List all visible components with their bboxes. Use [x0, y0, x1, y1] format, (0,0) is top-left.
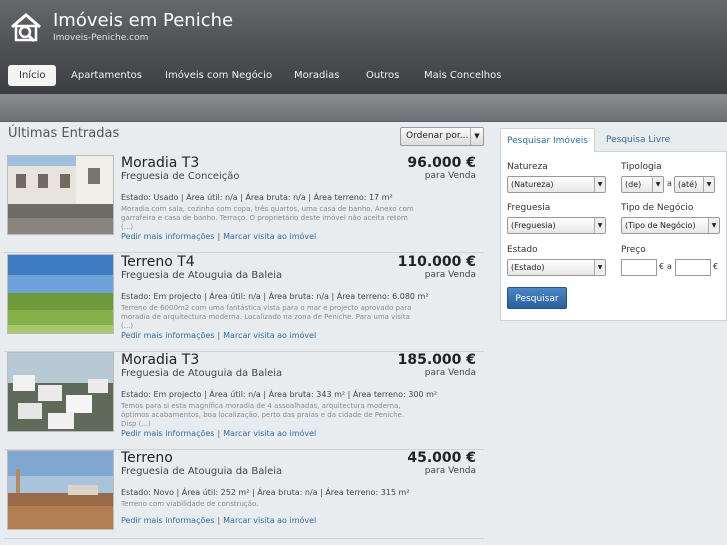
listing-photo[interactable] [7, 352, 114, 432]
house-magnifier-icon[interactable] [8, 10, 44, 46]
estado-label: Estado [507, 245, 538, 255]
schedule-visit-link[interactable]: Marcar visita ao imóvel [223, 232, 316, 241]
listing-type[interactable]: Moradia T3 [121, 155, 199, 171]
search-button[interactable]: Pesquisar [507, 287, 567, 309]
request-info-link[interactable]: Pedir mais informações [121, 232, 214, 241]
listing-type[interactable]: Terreno T4 [121, 254, 195, 270]
preco-max-input[interactable] [675, 259, 711, 276]
schedule-visit-link[interactable]: Marcar visita ao imóvel [223, 331, 316, 340]
listing-deal: para Venda [424, 368, 476, 378]
schedule-visit-link[interactable]: Marcar visita ao imóvel [223, 429, 316, 438]
listing-description: Moradia com sala, cozinha com copa, três… [121, 205, 414, 231]
request-info-link[interactable]: Pedir mais informações [121, 331, 214, 340]
chevron-down-icon: ▼ [708, 218, 719, 233]
natureza-label: Natureza [507, 162, 548, 172]
listing-type[interactable]: Moradia T3 [121, 352, 199, 368]
search-form: Natureza (Natureza) ▼ Tipologia (de) ▼ a (… [500, 151, 727, 321]
request-info-link[interactable]: Pedir mais informações [121, 429, 214, 438]
tipologia-from-select[interactable]: (de) ▼ [621, 176, 664, 193]
listing-parish: Freguesia de Atouguia da Baleia [121, 270, 283, 281]
listing-parish: Freguesia de Atouguia da Baleia [121, 466, 283, 477]
tab-pesquisar-imoveis[interactable]: Pesquisar Imóveis [500, 128, 595, 152]
listing-links: Pedir mais informações | Marcar visita ao … [121, 516, 317, 525]
tipo-negocio-value: (Tipo de Negócio) [625, 221, 696, 230]
listing-links: Pedir mais informações | Marcar visita ao … [121, 429, 317, 438]
listing-deal: para Venda [424, 466, 476, 476]
schedule-visit-link[interactable]: Marcar visita ao imóvel [223, 516, 316, 525]
listing-parish: Freguesia de Conceição [121, 171, 240, 182]
site-title[interactable]: Imóveis em Peniche [53, 10, 233, 31]
listing-description: Temos para si esta magnífica moradia de … [121, 402, 405, 428]
tipologia-label: Tipologia [621, 162, 662, 172]
tipologia-from-value: (de) [625, 180, 642, 189]
listing-specs: Estado: Usado | Área útil: n/a | Área br… [121, 193, 393, 202]
nav-item-apartamentos[interactable]: Apartamentos [71, 65, 142, 86]
freguesia-value: (Freguesia) [511, 221, 556, 230]
preco-min-input[interactable] [621, 259, 657, 276]
listing-photo[interactable] [7, 450, 114, 530]
listing-price: 185.000 € [397, 352, 476, 368]
estado-value: (Estado) [511, 263, 545, 272]
natureza-value: (Natureza) [511, 180, 554, 189]
chevron-down-icon: ▼ [594, 260, 605, 275]
main-nav: Início Apartamentos Imóveis com Negócio … [0, 56, 727, 94]
chevron-down-icon: ▼ [470, 128, 483, 145]
chevron-down-icon: ▼ [703, 177, 714, 192]
listing-deal: para Venda [424, 270, 476, 280]
listing-deal: para Venda [424, 171, 476, 181]
section-title: Últimas Entradas [8, 126, 120, 141]
listing-price: 45.000 € [407, 450, 476, 466]
chevron-down-icon: ▼ [652, 177, 663, 192]
listing-parish: Freguesia de Atouguia da Baleia [121, 368, 283, 379]
estado-select[interactable]: (Estado) ▼ [507, 259, 606, 276]
listing-item: Moradia T3 Freguesia de Atouguia da Bale… [4, 352, 484, 450]
listing-specs: Estado: Novo | Área útil: 252 m² | Área … [121, 488, 410, 497]
listing-item: Terreno Freguesia de Atouguia da Baleia … [4, 450, 484, 539]
listing-item: Terreno T4 Freguesia de Atouguia da Bale… [4, 254, 484, 352]
freguesia-select[interactable]: (Freguesia) ▼ [507, 217, 606, 234]
euro-unit: € [713, 262, 719, 271]
listing-links: Pedir mais informações | Marcar visita ao … [121, 232, 317, 241]
listing-photo[interactable] [7, 155, 114, 235]
nav-item-inicio[interactable]: Início [8, 65, 57, 86]
order-by-label: Ordenar por... [406, 131, 469, 141]
tipo-negocio-label: Tipo de Negócio [621, 203, 694, 213]
tipologia-to-value: (até) [678, 180, 698, 189]
chevron-down-icon: ▼ [594, 218, 605, 233]
listing-description: Terreno com viabilidade de construção. [121, 500, 259, 508]
listing-price: 96.000 € [407, 155, 476, 171]
tipologia-to-select[interactable]: (até) ▼ [674, 176, 715, 193]
site-subtitle: Imoveis-Peniche.com [53, 33, 149, 43]
listing-price: 110.000 € [397, 254, 476, 270]
euro-unit: € [659, 262, 665, 271]
order-by-dropdown[interactable]: Ordenar por... ▼ [400, 127, 484, 146]
natureza-select[interactable]: (Natureza) ▼ [507, 176, 606, 193]
tipologia-a-label: a [667, 179, 672, 188]
nav-item-outros[interactable]: Outros [366, 65, 399, 86]
tipo-negocio-select[interactable]: (Tipo de Negócio) ▼ [621, 217, 720, 234]
listing-specs: Estado: Em projecto | Área útil: n/a | Á… [121, 390, 438, 399]
site-header: Imóveis em Peniche Imoveis-Peniche.com [0, 0, 727, 56]
listing-photo[interactable] [7, 254, 114, 334]
listing-links: Pedir mais informações | Marcar visita ao … [121, 331, 317, 340]
listing-specs: Estado: Em projecto | Área útil: n/a | Á… [121, 292, 429, 301]
preco-a-label: a [667, 262, 672, 271]
nav-item-imoveis-negocio[interactable]: Imóveis com Negócio [165, 65, 272, 86]
sub-bar [0, 94, 727, 122]
listing-type[interactable]: Terreno [121, 450, 173, 466]
preco-label: Preço [621, 245, 646, 255]
nav-item-mais-concelhos[interactable]: Mais Concelhos [424, 65, 501, 86]
listing-description: Terreno de 6000m2 com uma fantástica vis… [121, 304, 412, 330]
nav-item-moradias[interactable]: Moradias [294, 65, 339, 86]
tab-pesquisa-livre[interactable]: Pesquisa Livre [600, 128, 676, 152]
listing-item: Moradia T3 Freguesia de Conceição 96.000… [4, 155, 484, 253]
freguesia-label: Freguesia [507, 203, 551, 213]
chevron-down-icon: ▼ [594, 177, 605, 192]
search-panel: Pesquisar Imóveis Pesquisa Livre Naturez… [500, 128, 727, 321]
request-info-link[interactable]: Pedir mais informações [121, 516, 214, 525]
